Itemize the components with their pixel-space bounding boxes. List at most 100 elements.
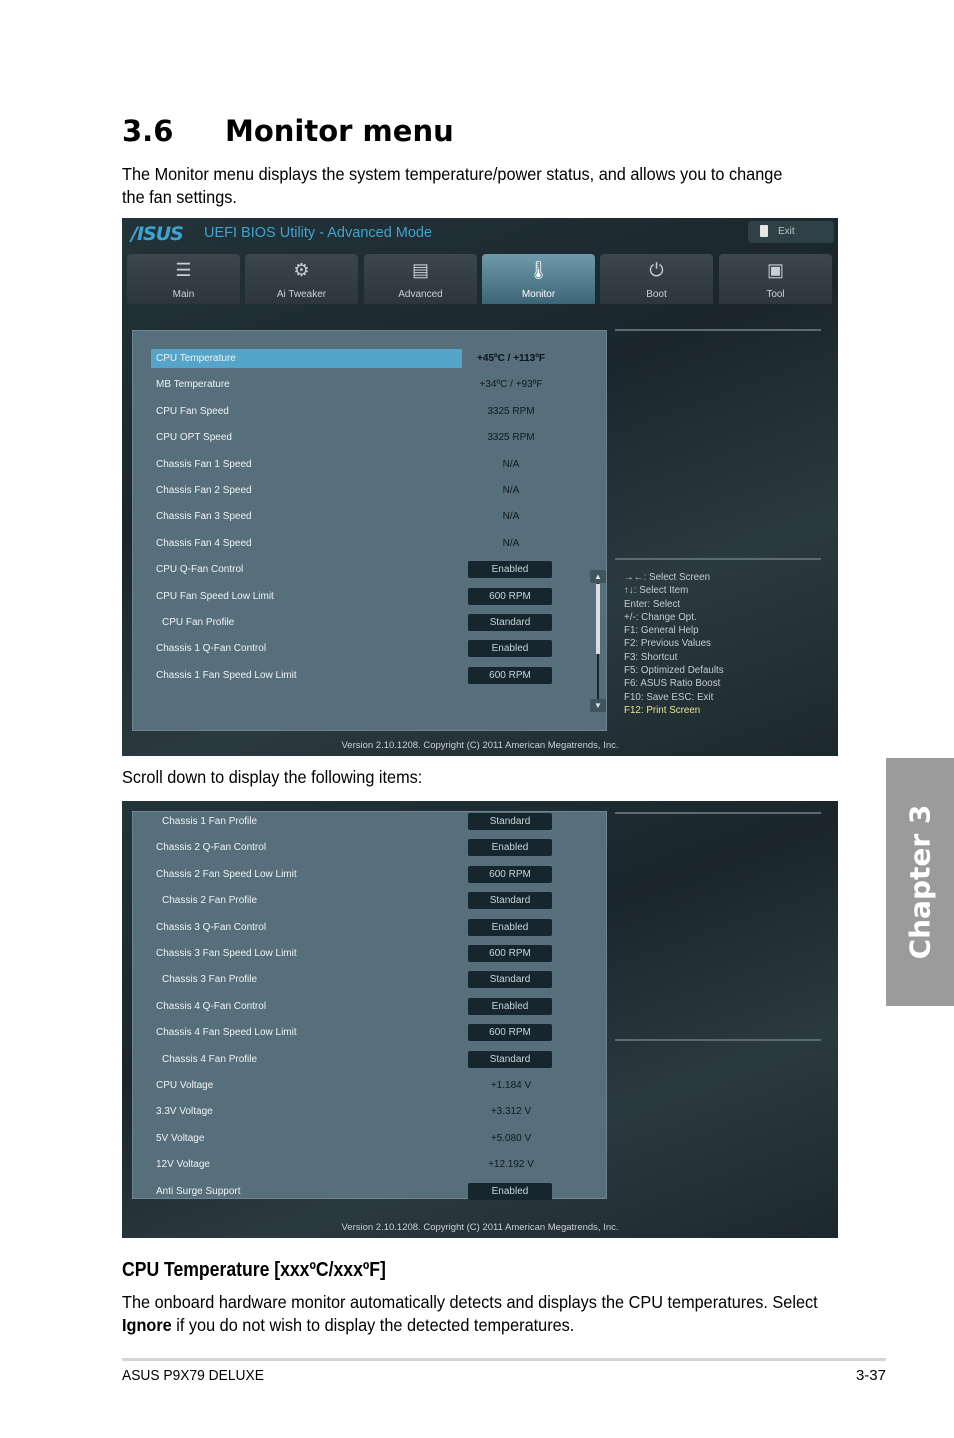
setting-value: +5.080 V (490, 1132, 532, 1144)
exit-label: Exit (778, 226, 795, 237)
setting-row[interactable]: Chassis 3 Q-Fan Control Enabled (133, 918, 603, 938)
setting-row[interactable]: 12V Voltage +12.192 V (133, 1155, 603, 1175)
subsection-title: CPU Temperature [xxxºC/xxxºF] (122, 1259, 386, 1281)
help-divider-top (615, 329, 821, 331)
setting-option-button[interactable]: 600 RPM (468, 945, 552, 962)
tab-ai-tweaker[interactable]: ⚙ Ai Tweaker (245, 254, 358, 304)
setting-option-button[interactable]: Enabled (468, 918, 552, 936)
setting-label: Chassis 1 Q-Fan Control (156, 643, 267, 655)
setting-option-button[interactable]: Standard (468, 813, 552, 830)
setting-label: CPU Voltage (156, 1080, 214, 1091)
setting-row[interactable]: CPU Fan Speed 3325 RPM (133, 402, 603, 422)
setting-row[interactable]: Anti Surge Support Enabled (133, 1182, 603, 1202)
tab-main[interactable]: ☰ Main (127, 254, 240, 304)
setting-label: Chassis 3 Fan Speed Low Limit (156, 948, 297, 959)
setting-row[interactable]: CPU OPT Speed 3325 RPM (133, 428, 603, 448)
key-help: →←: Select Screen ↑↓: Select Item Enter: S… (624, 571, 724, 717)
scroll-note: Scroll down to display the following ite… (122, 767, 423, 787)
setting-label: MB Temperature (156, 379, 230, 391)
setting-row[interactable]: Chassis Fan 2 Speed N/A (133, 481, 603, 501)
help-divider-mid (615, 1039, 821, 1041)
setting-row[interactable]: CPU Fan Speed Low Limit 600 RPM (133, 587, 603, 607)
setting-option-button[interactable]: 600 RPM (468, 865, 552, 883)
setting-row[interactable]: MB Temperature +34ºC / +93ºF (133, 375, 603, 395)
description-text: The onboard hardware monitor automatical… (122, 1292, 818, 1312)
setting-option-button[interactable]: Standard (468, 971, 552, 989)
tab-monitor[interactable]: 🌡 Monitor (482, 254, 595, 304)
setting-row[interactable]: Chassis 4 Fan Profile Standard (133, 1050, 603, 1070)
section-number: 3.6 (122, 114, 174, 148)
setting-value: +45ºC / +113ºF (477, 353, 545, 364)
setting-row[interactable]: Chassis 3 Fan Profile Standard (133, 970, 603, 990)
setting-label: Chassis 1 Fan Profile (162, 816, 258, 827)
setting-row[interactable]: Chassis 1 Q-Fan Control Enabled (133, 639, 603, 659)
bios-topbar: /ISUS UEFI BIOS Utility - Advanced Mode … (122, 218, 838, 252)
setting-option-button[interactable]: Enabled (468, 839, 552, 857)
setting-row[interactable]: Chassis 2 Q-Fan Control Enabled (133, 838, 603, 858)
chapter-tab: Chapter 3 (886, 758, 954, 1006)
setting-row[interactable]: Chassis Fan 4 Speed N/A (133, 534, 603, 554)
chapter-label: Chapter 3 (903, 804, 937, 960)
setting-option-button[interactable]: 600 RPM (468, 666, 552, 684)
tab-boot[interactable]: ⏻ Boot (600, 254, 713, 304)
bios-tab-bar: ☰ Main ⚙ Ai Tweaker ▤ Advanced 🌡 Monitor ⏻ Boot ▣ T… (127, 254, 833, 304)
setting-option-button[interactable]: 600 RPM (468, 587, 552, 605)
setting-value: +34ºC / +93ºF (479, 379, 543, 391)
tab-tool[interactable]: ▣ Tool (719, 254, 832, 304)
setting-label: CPU OPT Speed (156, 432, 232, 444)
setting-option-button[interactable]: Enabled (468, 997, 552, 1015)
setting-option-button[interactable]: Enabled (468, 1182, 552, 1200)
setting-value: +12.192 V (488, 1159, 534, 1171)
setting-option-button[interactable]: Standard (468, 892, 552, 910)
scroll-down-icon[interactable]: ▼ (590, 699, 606, 712)
setting-label: Chassis Fan 4 Speed (156, 537, 252, 549)
setting-label: CPU Fan Speed (156, 405, 229, 417)
setting-label: 12V Voltage (156, 1159, 210, 1171)
section-title: 3.6 Monitor menu (122, 114, 454, 148)
tab-label: Ai Tweaker (276, 289, 327, 300)
help-key-line: ↑↓: Select Item (624, 585, 689, 597)
setting-label: Chassis 2 Fan Speed Low Limit (156, 868, 297, 880)
setting-option-button[interactable]: Standard (468, 1050, 552, 1068)
footer-divider (122, 1358, 886, 1361)
setting-row[interactable]: Chassis 2 Fan Speed Low Limit 600 RPM (133, 865, 603, 885)
setting-option-button[interactable]: Standard (468, 614, 552, 631)
setting-label: 3.3V Voltage (156, 1106, 213, 1118)
setting-row[interactable]: Chassis 1 Fan Profile Standard (133, 812, 603, 832)
setting-value: 3325 RPM (487, 405, 535, 417)
bios-screenshot-1: /ISUS UEFI BIOS Utility - Advanced Mode … (122, 218, 838, 756)
setting-row[interactable]: 3.3V Voltage +3.312 V (133, 1102, 603, 1122)
help-key-line: F12: Print Screen (624, 704, 701, 716)
setting-row[interactable]: Chassis Fan 3 Speed N/A (133, 507, 603, 527)
setting-row[interactable]: CPU Q-Fan Control Enabled (133, 560, 603, 580)
setting-row[interactable]: Chassis 3 Fan Speed Low Limit 600 RPM (133, 944, 603, 964)
tab-label: Monitor (521, 289, 556, 300)
page-number: 3-37 (855, 1367, 886, 1384)
tab-label: Boot (646, 289, 667, 300)
setting-label: Chassis Fan 1 Speed (156, 458, 252, 470)
setting-label: CPU Fan Speed Low Limit (156, 590, 274, 602)
setting-value: +3.312 V (490, 1106, 532, 1118)
tab-advanced[interactable]: ▤ Advanced (364, 254, 477, 304)
setting-row[interactable]: Chassis 4 Fan Speed Low Limit 600 RPM (133, 1023, 603, 1043)
intro-paragraph: The Monitor menu displays the system tem… (122, 164, 783, 207)
setting-row[interactable]: Chassis 1 Fan Speed Low Limit 600 RPM (133, 666, 603, 686)
footer-product: ASUS P9X79 DELUXE (122, 1367, 264, 1384)
setting-row[interactable]: CPU Fan Profile Standard (133, 613, 603, 633)
setting-row[interactable]: 5V Voltage +5.080 V (133, 1129, 603, 1149)
bios-screenshot-2: Chassis 1 Fan Profile Standard Chassis 2 Q… (122, 801, 838, 1238)
help-key-line: F10: Save ESC: Exit (624, 691, 714, 703)
setting-row[interactable]: Chassis 2 Fan Profile Standard (133, 891, 603, 911)
setting-value: +1.184 V (490, 1080, 532, 1091)
setting-row[interactable]: Chassis 4 Q-Fan Control Enabled (133, 997, 603, 1017)
setting-row[interactable]: Chassis Fan 1 Speed N/A (133, 455, 603, 475)
exit-button[interactable]: Exit (748, 221, 834, 243)
setting-row[interactable]: CPU Temperature +45ºC / +113ºF (133, 349, 603, 369)
setting-option-button[interactable]: 600 RPM (468, 1024, 552, 1042)
setting-label: 5V Voltage (156, 1132, 205, 1144)
setting-row[interactable]: CPU Voltage +1.184 V (133, 1076, 603, 1096)
setting-option-button[interactable]: Enabled (468, 640, 552, 658)
bios-title: UEFI BIOS Utility - Advanced Mode (204, 225, 433, 241)
setting-label: Chassis Fan 2 Speed (156, 485, 252, 496)
setting-option-button[interactable]: Enabled (468, 561, 552, 579)
